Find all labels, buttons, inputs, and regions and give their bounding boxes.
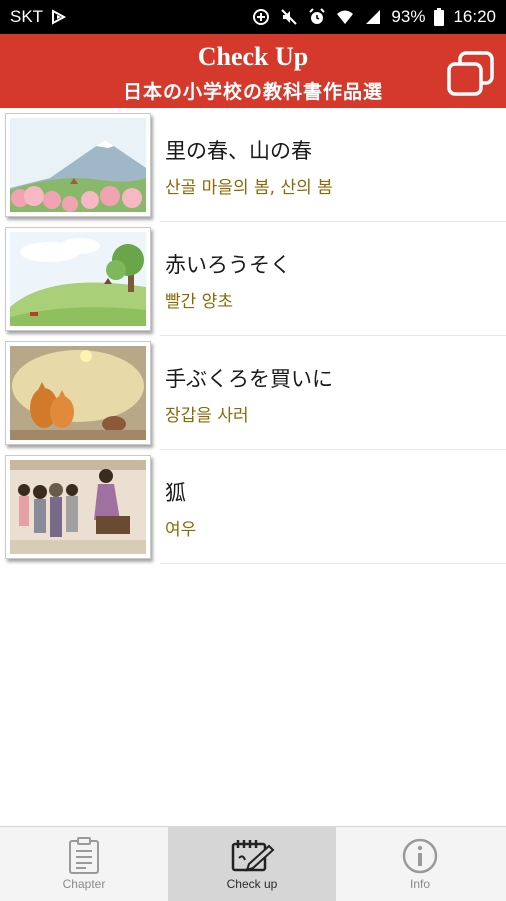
buying-gloves-thumbnail [5, 341, 151, 445]
list-item[interactable]: 里の春、山の春 산골 마을의 봄, 산의 봄 [0, 108, 506, 222]
list-item[interactable]: 赤いろうそく 빨간 양초 [0, 222, 506, 336]
story-list: 里の春、山の春 산골 마을의 봄, 산의 봄 赤いろうそく 빨간 양초 手ぶくろ… [0, 108, 506, 564]
battery-icon [433, 7, 445, 27]
story-title-ko: 빨간 양초 [165, 292, 233, 312]
data-saver-icon [251, 7, 271, 27]
app-header: Check Up 日本の小学校の教科書作品選 [0, 34, 506, 108]
wifi-icon [335, 7, 355, 27]
nav-info-label: Info [409, 877, 430, 891]
nav-checkup-label: Check up [226, 877, 278, 891]
battery-percent: 93% [391, 7, 426, 26]
copy-icon [447, 51, 494, 96]
fox-thumbnail [5, 455, 151, 559]
bottom-nav: Chapter Check up Info [0, 826, 506, 901]
notebook-pen-icon [231, 840, 275, 872]
nav-checkup[interactable]: Check up [168, 827, 336, 901]
story-title-ko: 산골 마을의 봄, 산의 봄 [165, 178, 333, 198]
story-title-ja: 赤いろうそく [165, 253, 291, 277]
list-divider [160, 563, 506, 564]
story-title-ja: 狐 [165, 481, 186, 505]
clipboard-icon [69, 837, 99, 874]
alarm-icon [307, 7, 327, 27]
story-title-ja: 手ぶくろを買いに [165, 367, 333, 391]
signal-icon [363, 7, 383, 27]
cast-icon [49, 7, 69, 27]
spring-village-thumbnail [5, 113, 151, 217]
mute-icon [279, 7, 299, 27]
carrier-label: SKT [10, 7, 44, 26]
copy-button[interactable] [446, 50, 496, 98]
nav-chapter-label: Chapter [62, 877, 106, 891]
red-candle-thumbnail [5, 227, 151, 331]
list-item[interactable]: 手ぶくろを買いに 장갑을 사러 [0, 336, 506, 450]
info-icon [402, 838, 438, 874]
story-title-ko: 여우 [165, 520, 197, 540]
status-bar: SKT 93% 16:20 [0, 0, 506, 34]
page-title: Check Up [197, 42, 309, 71]
story-title-ja: 里の春、山の春 [165, 139, 312, 163]
nav-info[interactable]: Info [336, 827, 504, 901]
list-item[interactable]: 狐 여우 [0, 450, 506, 564]
nav-chapter[interactable]: Chapter [0, 827, 168, 901]
clock-time: 16:20 [453, 7, 496, 26]
page-subtitle: 日本の小学校の教科書作品選 [122, 81, 383, 103]
story-title-ko: 장갑을 사러 [165, 406, 249, 426]
